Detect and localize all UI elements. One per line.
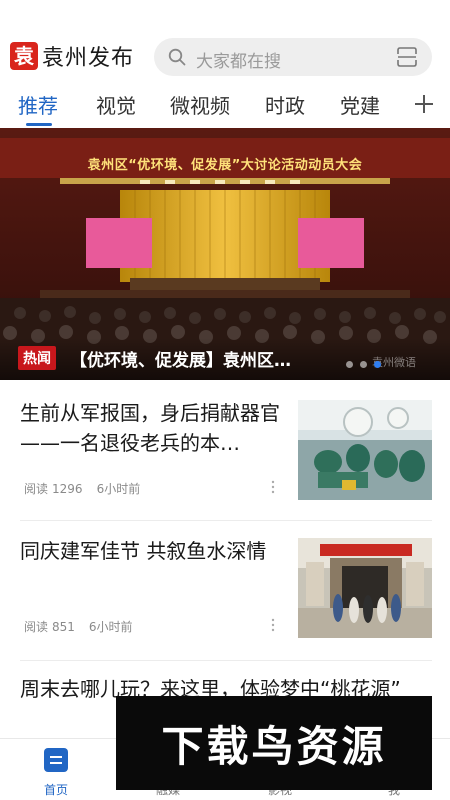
read-count-label: 阅读 [24,482,49,496]
publish-time: 6小时前 [96,482,141,496]
read-count: 851 [52,620,75,634]
app-title: 袁州发布 [42,46,135,71]
tab-politics[interactable]: 时政 [265,90,305,119]
watermark-text: 下载鸟资源 [161,721,387,771]
news-meta: 阅读 1296 6小时前 [24,480,154,497]
search-icon [168,48,186,66]
hot-news-badge: 热闻 [18,346,56,370]
nav-home[interactable]: 首页 [26,747,86,798]
hero-banner-text: 袁州区“优环境、促发展”大讨论活动动员大会 [87,158,363,173]
tab-recommend[interactable]: 推荐 [18,90,58,119]
search-placeholder: 大家都在搜 [196,52,281,72]
app-logo: 袁 [10,42,38,70]
search-bar[interactable]: 大家都在搜 [154,38,432,76]
carousel-dot[interactable] [346,361,353,368]
publish-time: 6小时前 [88,620,133,634]
tab-micro-video[interactable]: 微视频 [170,90,230,119]
carousel-dot[interactable] [360,361,367,368]
nav-home-label: 首页 [43,783,68,797]
news-meta: 阅读 851 6小时前 [24,618,147,635]
more-options-icon[interactable] [268,618,278,632]
scan-icon[interactable] [396,47,418,67]
read-count-label: 阅读 [24,620,49,634]
hero-carousel[interactable]: 袁州区“优环境、促发展”大讨论活动动员大会 热闻 【优环境、促发展】袁州区… 袁… [0,128,450,380]
read-count: 1296 [52,482,83,496]
more-options-icon[interactable] [268,480,278,494]
home-icon [44,748,68,772]
news-thumbnail[interactable] [298,538,432,638]
news-item[interactable]: 同庆建军佳节 共叙鱼水深情 阅读 851 6小时前 [0,520,450,660]
tab-party-building[interactable]: 党建 [340,90,380,119]
carousel-indicators [346,361,381,368]
logo-glyph: 袁 [14,44,34,68]
news-title[interactable]: 生前从军报国，身后捐献器官——一名退役老兵的本… [20,398,288,458]
active-tab-indicator [26,123,52,126]
carousel-dot-active[interactable] [374,361,381,368]
news-thumbnail[interactable] [298,400,432,500]
app-header: 袁 袁州发布 大家都在搜 [0,0,450,80]
news-title[interactable]: 同庆建军佳节 共叙鱼水深情 [20,536,288,566]
hero-title[interactable]: 【优环境、促发展】袁州区… [70,346,291,371]
watermark-overlay: 下载鸟资源 [116,696,432,790]
tab-visual[interactable]: 视觉 [96,90,136,119]
news-item[interactable]: 生前从军报国，身后捐献器官——一名退役老兵的本… 阅读 1296 6小时前 [0,380,450,520]
channel-tabs: 推荐 视觉 微视频 时政 党建 [0,82,450,128]
add-channel-icon[interactable] [412,92,436,116]
